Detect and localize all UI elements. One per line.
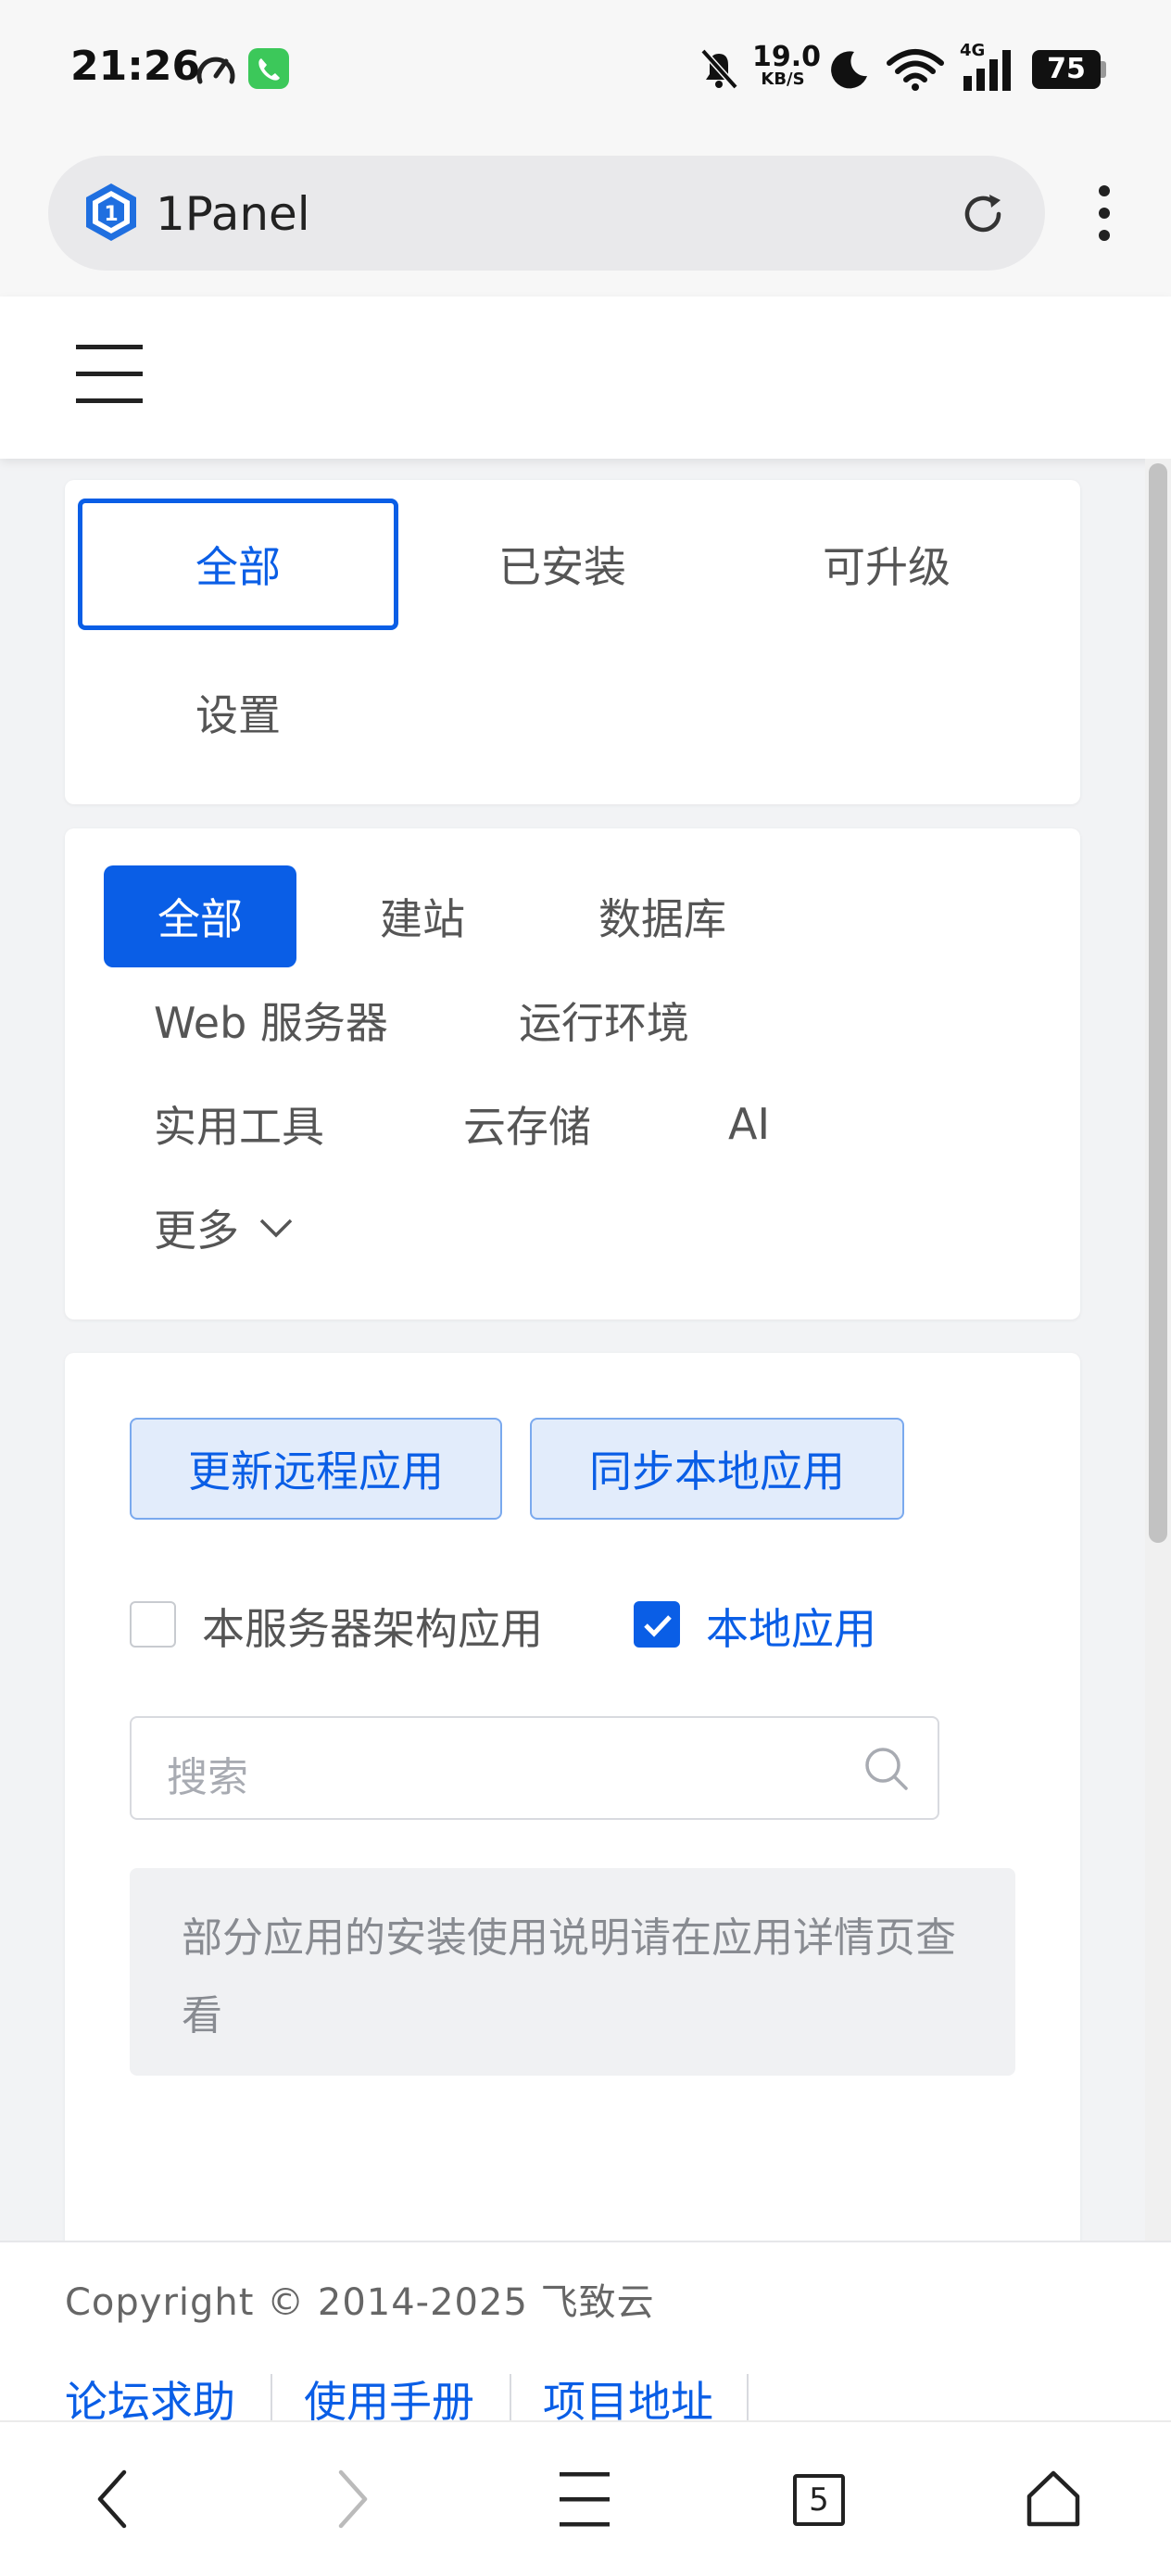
battery-icon: 75 [1032,50,1101,89]
wifi-icon [887,49,944,91]
chevron-down-icon [259,1219,293,1238]
app-header [0,297,1171,459]
back-arrow-icon[interactable] [93,2469,133,2530]
category-web-server[interactable]: Web 服务器 [154,969,388,1071]
category-more-label: 更多 [154,1206,239,1256]
hamburger-menu-icon[interactable] [74,343,145,406]
check-icon [644,1615,672,1637]
phone-call-icon [248,48,289,89]
battery-tip [1101,61,1106,78]
status-bar: 21:26 19.0 KB/S 4G 75 [0,0,1171,139]
search-input[interactable]: 搜索 [130,1716,939,1820]
browser-menu-icon[interactable] [1091,183,1117,243]
menu-lines-icon[interactable] [558,2470,611,2528]
category-runtime[interactable]: 运行环境 [519,969,689,1071]
moon-icon [831,51,867,89]
net-speed-value: 19.0 [752,41,822,73]
muted-bell-icon [700,48,738,90]
category-all[interactable]: 全部 [104,865,296,967]
browser-bottom-nav: 5 [0,2420,1171,2576]
tab-upgradable[interactable]: 可升级 [726,499,1047,630]
local-apps-checkbox[interactable] [634,1601,680,1648]
arch-apps-checkbox[interactable] [130,1601,176,1648]
cell-signal-icon [963,50,1011,91]
footer-divider [747,2374,749,2426]
category-tools[interactable]: 实用工具 [154,1073,324,1175]
tab-all[interactable]: 全部 [78,499,398,630]
scrollbar-thumb[interactable] [1149,463,1167,1543]
tabs-count-icon[interactable]: 5 [793,2474,845,2526]
address-bar[interactable]: 1 1Panel [48,156,1045,271]
status-time: 21:26 [70,43,201,90]
footer-divider [271,2374,272,2426]
local-apps-label[interactable]: 本地应用 [706,1596,876,1657]
forward-arrow-icon[interactable] [332,2469,372,2530]
net-speed-indicator: 19.0 KB/S [752,41,822,89]
category-cloud-storage[interactable]: 云存储 [463,1073,591,1175]
tab-settings[interactable]: 设置 [78,647,398,778]
page-title: 1Panel [156,187,310,241]
category-website[interactable]: 建站 [380,865,465,967]
install-notice: 部分应用的安装使用说明请在应用详情页查看 [130,1868,1015,2076]
category-ai[interactable]: AI [728,1073,770,1175]
arch-apps-label[interactable]: 本服务器架构应用 [202,1596,543,1657]
battery-level: 75 [1047,53,1086,85]
footer-divider [510,2374,511,2426]
net-speed-unit: KB/S [761,69,805,89]
search-icon[interactable] [863,1746,910,1792]
category-filter-card: 全部 建站 数据库 Web 服务器 运行环境 实用工具 云存储 AI 更多 [65,828,1080,1320]
app-tabs-card: 全部 已安装 可升级 设置 [65,480,1080,804]
category-more[interactable]: 更多 [154,1177,295,1279]
speedometer-icon [196,57,235,84]
reload-icon[interactable] [958,189,1008,239]
home-icon[interactable] [1025,2469,1082,2528]
1panel-logo-icon: 1 [86,183,136,241]
page-footer: Copyright © 2014-2025 飞致云 论坛求助 使用手册 项目地址 [0,2241,1171,2427]
sync-local-apps-button[interactable]: 同步本地应用 [530,1418,904,1520]
tabs-count: 5 [809,2481,829,2519]
category-database[interactable]: 数据库 [598,865,726,967]
search-placeholder: 搜索 [167,1754,248,1801]
copyright-text: Copyright © 2014-2025 飞致云 [65,2281,655,2324]
update-remote-apps-button[interactable]: 更新远程应用 [130,1418,502,1520]
svg-text:1: 1 [104,203,118,226]
tab-installed[interactable]: 已安装 [402,499,723,630]
